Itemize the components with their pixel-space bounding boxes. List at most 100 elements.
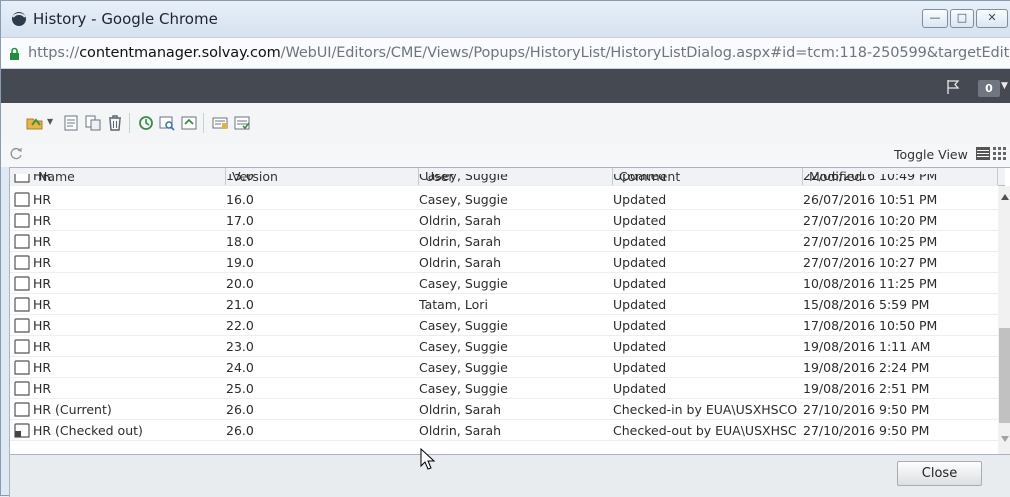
cell-name: HR — [33, 234, 52, 249]
history-grid: Name Version User Comment Modified HR 15… — [9, 167, 1010, 455]
cell-name: HR — [33, 174, 52, 183]
cell-comment: Updated — [613, 174, 667, 183]
cell-version: 17.0 — [226, 213, 254, 228]
table-row[interactable]: HR 22.0 Casey, Suggie Updated 17/08/2016 10:… — [10, 315, 998, 336]
chevron-down-icon[interactable]: ▼ — [1001, 81, 1008, 91]
table-row[interactable]: HR 21.0 Tatam, Lori Updated 15/08/2016 5:59 … — [10, 294, 998, 315]
cell-version: 19.0 — [226, 255, 254, 270]
cell-user: Casey, Suggie — [419, 381, 508, 396]
table-row-partial[interactable]: HR 15.0 Casey, Suggie Updated 22/06/2016… — [10, 174, 998, 186]
list-view-icon[interactable] — [976, 147, 990, 160]
document-icon — [14, 234, 30, 249]
cell-user: Casey, Suggie — [419, 339, 508, 354]
copy-icon[interactable] — [85, 115, 101, 131]
table-row[interactable]: HR (Checked out) 26.0 Oldrin, Sarah Checked… — [10, 420, 998, 441]
rollback-icon[interactable] — [212, 115, 228, 131]
history-window: History - Google Chrome — □ ✕ https://co… — [0, 0, 1010, 497]
cell-name: HR — [33, 213, 52, 228]
cell-user: Casey, Suggie — [419, 360, 508, 375]
minimize-button[interactable]: — — [922, 9, 948, 28]
cell-modified: 19/08/2016 1:11 AM — [803, 339, 931, 354]
delete-icon[interactable] — [107, 115, 123, 131]
maximize-button[interactable]: □ — [950, 9, 974, 28]
cell-version: 23.0 — [226, 339, 254, 354]
table-row[interactable]: HR 16.0 Casey, Suggie Updated 26/07/2016 10:… — [10, 189, 998, 210]
search-window-icon[interactable] — [159, 115, 175, 131]
checked-out-document-icon — [14, 423, 30, 438]
table-row[interactable]: HR 17.0 Oldrin, Sarah Updated 27/07/2016 10:… — [10, 210, 998, 231]
scroll-up-arrow-icon[interactable] — [1001, 194, 1009, 200]
window-close-button[interactable]: ✕ — [976, 9, 1008, 28]
dialog-header-bar — [1, 69, 1010, 103]
cell-modified: 10/08/2016 11:25 PM — [803, 276, 938, 291]
window-title: History - Google Chrome — [33, 10, 218, 28]
cell-version: 18.0 — [226, 234, 254, 249]
notification-count-badge[interactable]: 0 — [978, 80, 1000, 97]
cell-user: Oldrin, Sarah — [419, 402, 502, 417]
toggle-view-label[interactable]: Toggle View — [894, 147, 968, 162]
table-row[interactable]: HR 20.0 Casey, Suggie Updated 10/08/2016 11:… — [10, 273, 998, 294]
table-row[interactable]: HR 18.0 Oldrin, Sarah Updated 27/07/2016 10:… — [10, 231, 998, 252]
table-row[interactable]: HR 25.0 Casey, Suggie Updated 19/08/2016 2:5… — [10, 378, 998, 399]
scrollbar-thumb[interactable] — [999, 328, 1010, 423]
cell-user: Oldrin, Sarah — [419, 423, 502, 438]
cell-user: Casey, Suggie — [419, 174, 508, 183]
cell-name: HR — [33, 360, 52, 375]
cell-comment: Updated — [613, 276, 667, 291]
cell-modified: 27/07/2016 10:25 PM — [803, 234, 938, 249]
properties-icon[interactable] — [234, 115, 250, 131]
title-bar[interactable]: History - Google Chrome — □ ✕ — [1, 1, 1010, 37]
compare-icon[interactable] — [138, 115, 154, 131]
cell-name: HR (Current) — [33, 402, 112, 417]
cell-modified: 27/10/2016 9:50 PM — [803, 423, 930, 438]
cell-modified: 15/08/2016 5:59 PM — [803, 297, 930, 312]
toolbar-separator — [203, 113, 204, 133]
mouse-cursor-icon — [420, 448, 436, 470]
publish-icon[interactable] — [181, 115, 197, 131]
document-icon — [14, 318, 30, 333]
cell-version: 15.0 — [226, 174, 254, 183]
cell-comment: Checked-out by EUA\USXHSC — [613, 423, 797, 438]
view-options-bar — [1, 143, 1010, 167]
cell-comment: Updated — [613, 255, 667, 270]
document-icon — [14, 297, 30, 312]
cell-comment: Updated — [613, 234, 667, 249]
cell-version: 24.0 — [226, 360, 254, 375]
cell-name: HR — [33, 255, 52, 270]
table-row[interactable]: HR 23.0 Casey, Suggie Updated 19/08/2016 1:1… — [10, 336, 998, 357]
cell-user: Oldrin, Sarah — [419, 213, 502, 228]
cell-name: HR — [33, 276, 52, 291]
cell-user: Casey, Suggie — [419, 192, 508, 207]
cell-user: Oldrin, Sarah — [419, 255, 502, 270]
cell-comment: Updated — [613, 213, 667, 228]
url-text[interactable]: https://contentmanager.solvay.com/WebUI/… — [28, 45, 1010, 61]
table-row[interactable]: HR (Current) 26.0 Oldrin, Sarah Checked-in … — [10, 399, 998, 420]
refresh-icon[interactable] — [9, 147, 23, 161]
address-bar[interactable]: https://contentmanager.solvay.com/WebUI/… — [1, 37, 1010, 69]
cell-comment: Updated — [613, 381, 667, 396]
table-row[interactable]: HR 24.0 Casey, Suggie Updated 19/08/2016 2:2… — [10, 357, 998, 378]
table-row[interactable]: HR 19.0 Oldrin, Sarah Updated 27/07/2016 10:… — [10, 252, 998, 273]
open-folder-dropdown-icon[interactable]: ▼ — [47, 117, 53, 126]
save-icon[interactable] — [63, 115, 79, 131]
cell-name: HR — [33, 318, 52, 333]
cell-comment: Updated — [613, 192, 667, 207]
cell-comment: Updated — [613, 318, 667, 333]
cell-modified: 27/07/2016 10:20 PM — [803, 213, 938, 228]
grid-view-icon[interactable] — [993, 147, 1007, 160]
cell-version: 25.0 — [226, 381, 254, 396]
cell-modified: 17/08/2016 10:50 PM — [803, 318, 938, 333]
cell-name: HR (Checked out) — [33, 423, 143, 438]
document-icon — [14, 402, 30, 417]
flag-icon[interactable] — [945, 79, 961, 95]
scroll-down-arrow-icon[interactable] — [1001, 436, 1009, 442]
cell-name: HR — [33, 339, 52, 354]
cell-version: 20.0 — [226, 276, 254, 291]
cell-comment: Updated — [613, 339, 667, 354]
cell-name: HR — [33, 297, 52, 312]
open-folder-icon[interactable] — [26, 115, 46, 131]
dialog-footer — [9, 455, 1010, 497]
cell-name: HR — [33, 381, 52, 396]
close-button[interactable]: Close — [897, 461, 982, 486]
cell-modified: 19/08/2016 2:24 PM — [803, 360, 930, 375]
